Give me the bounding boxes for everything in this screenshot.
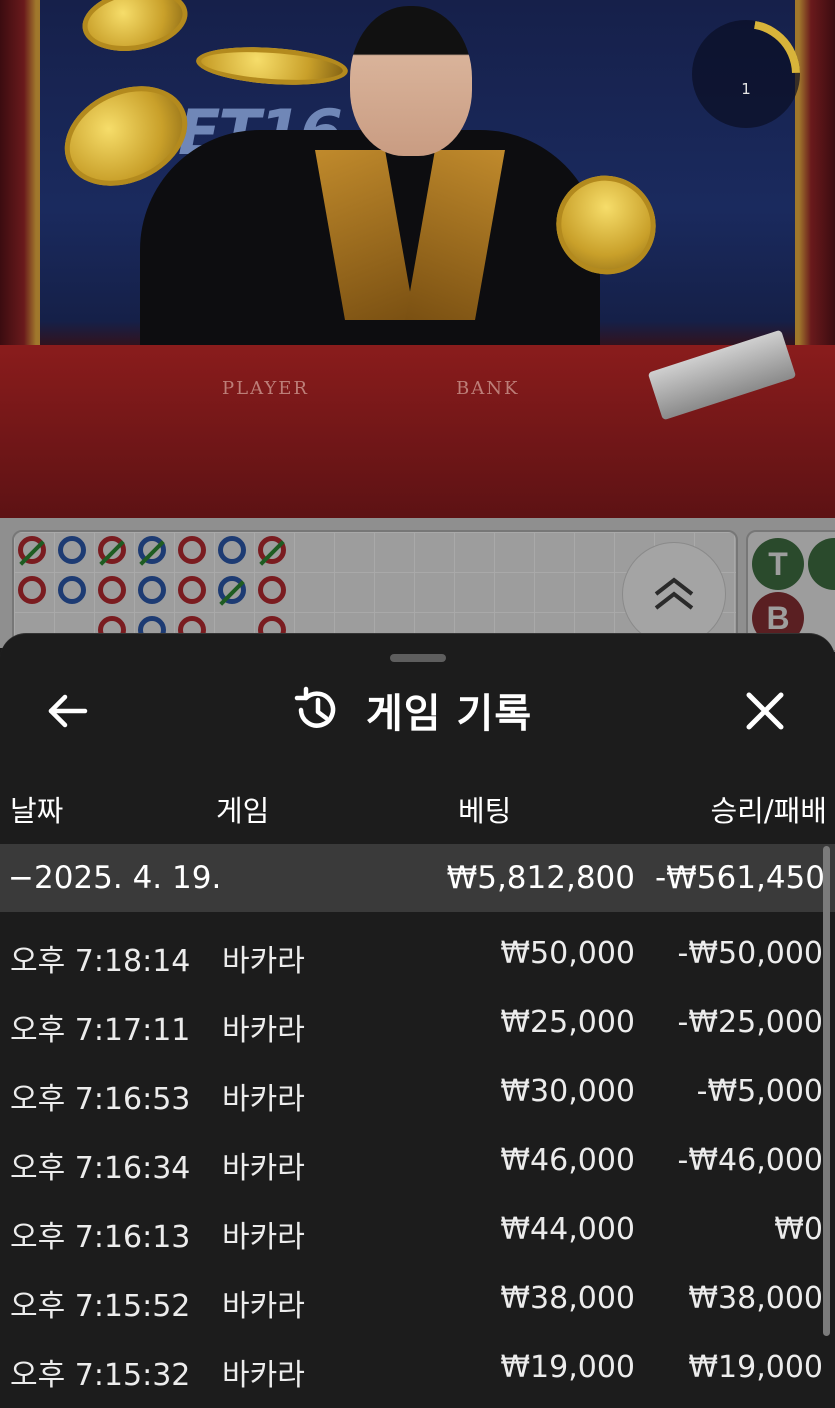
row-time: 오후 7:17:11 [10,1013,191,1048]
row-result: -₩5,000 [696,1074,823,1109]
row-bet: ₩25,000 [500,1005,635,1040]
history-row[interactable]: 오후 7:17:11 바카라 ₩25,000 -₩25,000 [0,987,835,1056]
history-row[interactable]: 오후 7:18:14 바카라 ₩50,000 -₩50,000 [0,918,835,987]
player-ring [138,536,166,566]
sheet-title-group: 게임 기록 [292,680,532,740]
sheet-header: 게임 기록 [0,672,835,750]
row-time: 오후 7:16:34 [10,1151,191,1186]
arrow-left-icon [48,694,88,728]
close-button[interactable] [734,682,796,740]
row-result: ₩19,000 [688,1350,823,1385]
close-icon [746,692,784,730]
group-total-result: -₩561,450 [654,860,825,896]
player-ring [58,576,86,604]
curtain-right [795,0,835,360]
group-total-bet: ₩5,812,800 [446,860,635,896]
row-bet: ₩38,000 [500,1281,635,1316]
group-date: −2025. 4. 19. [8,860,222,896]
row-result: -₩46,000 [677,1143,823,1178]
history-row[interactable]: 오후 7:16:34 바카라 ₩46,000 -₩46,000 [0,1125,835,1194]
app-root: ET16 PLAYER BANK 1 [0,0,835,1408]
row-time: 오후 7:15:32 [10,1358,191,1393]
history-row[interactable]: 오후 7:16:13 바카라 ₩44,000 ₩0 [0,1194,835,1263]
sheet-title: 게임 기록 [366,691,533,737]
banker-ring [18,576,46,604]
history-row[interactable]: 오후 7:16:53 바카라 ₩30,000 -₩5,000 [0,1056,835,1125]
row-game: 바카라 [222,1013,305,1048]
row-time: 오후 7:16:53 [10,1082,191,1117]
sheet-grabber[interactable] [390,654,446,662]
row-game: 바카라 [222,1082,305,1117]
banker-ring [98,536,126,566]
row-bet: ₩30,000 [500,1074,635,1109]
tie-badge-extra [808,538,835,590]
row-result: ₩38,000 [688,1281,823,1316]
row-bet: ₩50,000 [500,936,635,971]
double-chevron-up-icon [654,577,694,610]
dealer-head [350,6,472,156]
back-button[interactable] [36,682,98,740]
row-game: 바카라 [222,1358,305,1393]
player-ring [138,576,166,604]
gold-coin [194,42,350,90]
row-bet: ₩44,000 [500,1212,635,1247]
tie-badge: T [752,538,804,590]
column-header-result: 승리/패배 [710,794,828,828]
gold-coin [77,0,193,59]
timer-value: 1 [741,80,751,98]
banker-ring [258,576,286,604]
history-icon [294,686,336,728]
row-game: 바카라 [222,944,305,979]
player-ring [218,576,246,606]
table-banker-label: BANK [456,378,520,399]
banker-ring [18,536,46,566]
banker-ring [178,576,206,604]
row-time: 오후 7:18:14 [10,944,191,979]
row-bet: ₩46,000 [500,1143,635,1178]
row-game: 바카라 [222,1289,305,1324]
player-ring [58,536,86,564]
row-game: 바카라 [222,1220,305,1255]
row-game: 바카라 [222,1151,305,1186]
table-player-label: PLAYER [222,378,309,399]
expand-roadmap-button[interactable] [622,542,726,646]
column-header-date: 날짜 [10,794,64,828]
row-time: 오후 7:16:13 [10,1220,191,1255]
round-timer: 1 [692,20,800,128]
column-headers: 날짜 게임 베팅 승리/패배 [0,778,835,838]
row-result: -₩25,000 [677,1005,823,1040]
history-row[interactable]: 오후 7:15:52 바카라 ₩38,000 ₩38,000 [0,1263,835,1332]
row-result: -₩50,000 [677,936,823,971]
column-header-game: 게임 [216,794,270,828]
row-time: 오후 7:15:52 [10,1289,191,1324]
banker-ring [98,576,126,604]
row-result: ₩0 [774,1212,823,1247]
date-group-header[interactable]: −2025. 4. 19. ₩5,812,800 -₩561,450 [0,844,835,912]
column-header-bet: 베팅 [458,794,512,828]
banker-ring [258,536,286,566]
curtain-left [0,0,40,360]
banker-ring [178,536,206,564]
row-bet: ₩19,000 [500,1350,635,1385]
history-row[interactable]: 오후 7:15:32 바카라 ₩19,000 ₩19,000 [0,1332,835,1401]
history-list: 오후 7:18:14 바카라 ₩50,000 -₩50,000 오후 7:17:… [0,918,835,1401]
live-video: ET16 PLAYER BANK 1 [0,0,835,518]
player-ring [218,536,246,564]
history-scrollbar[interactable] [823,846,830,1336]
